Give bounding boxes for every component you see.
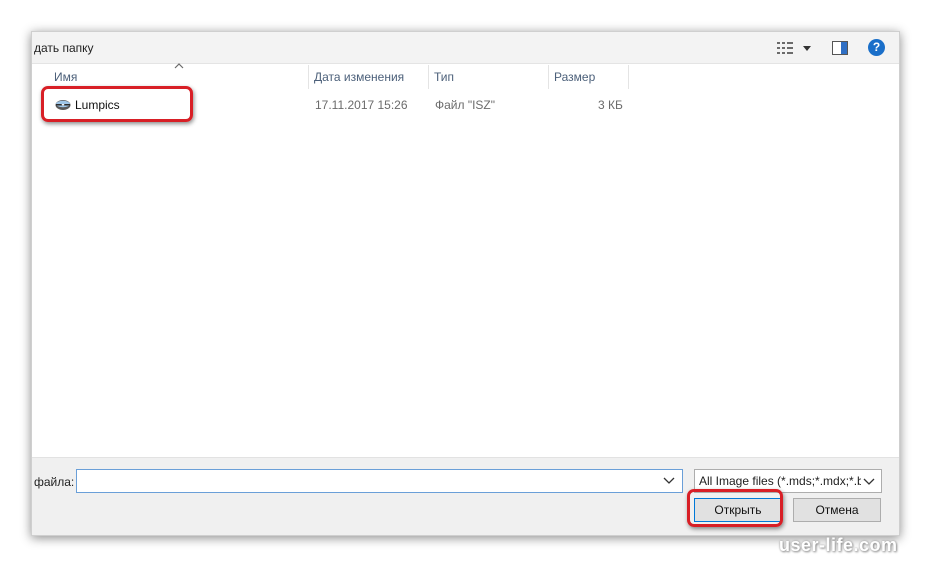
- watermark: user-life.com: [779, 535, 898, 555]
- file-name-label: файла:: [34, 475, 75, 489]
- file-date: 17.11.2017 15:26: [315, 98, 408, 112]
- column-date[interactable]: Дата изменения: [308, 65, 428, 89]
- preview-pane-icon[interactable]: [832, 40, 848, 56]
- chevron-down-icon[interactable]: [663, 477, 675, 485]
- help-icon[interactable]: ?: [868, 39, 885, 56]
- column-size[interactable]: Размер: [548, 65, 628, 89]
- new-folder-button[interactable]: дать папку: [34, 41, 94, 55]
- chevron-down-icon: [863, 478, 875, 485]
- dialog-toolbar: дать папку ?: [32, 32, 899, 64]
- file-size: 3 КБ: [598, 98, 623, 112]
- file-type: Файл "ISZ": [435, 98, 496, 112]
- file-name-input[interactable]: [76, 469, 683, 493]
- cancel-button[interactable]: Отмена: [793, 498, 881, 522]
- column-divider[interactable]: [628, 65, 629, 89]
- highlight-file-annotation: [41, 86, 193, 122]
- chevron-down-icon[interactable]: [802, 43, 812, 53]
- column-type[interactable]: Тип: [428, 65, 548, 89]
- view-menu-icon[interactable]: [777, 41, 793, 55]
- highlight-open-button-annotation: [687, 489, 783, 527]
